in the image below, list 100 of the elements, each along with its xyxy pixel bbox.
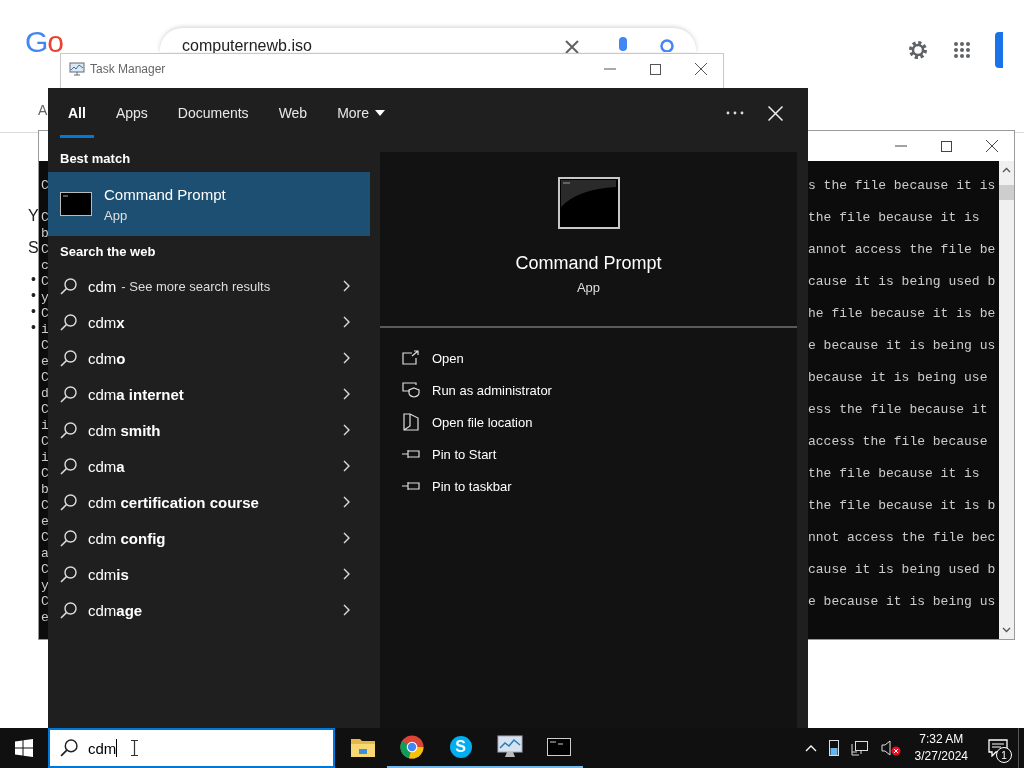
web-suggestion[interactable]: cdm - See more search results <box>48 268 370 304</box>
chevron-icon <box>343 460 350 472</box>
chevron-up-icon[interactable] <box>804 744 817 752</box>
close-icon[interactable] <box>564 39 580 55</box>
chevron-icon <box>343 568 350 580</box>
web-suggestion[interactable]: cdma <box>48 448 370 484</box>
notification-count: 1 <box>996 747 1012 763</box>
console-text: e <box>40 514 50 530</box>
web-suggestion[interactable]: cdm certification course <box>48 484 370 520</box>
console-text: C <box>40 498 50 514</box>
console-text: C <box>40 594 50 610</box>
console-text: because it is being use <box>808 370 989 386</box>
settings-icon[interactable] <box>907 39 929 61</box>
suggestion-text: cdm config <box>88 529 166 547</box>
search-icon <box>60 421 77 439</box>
app-type: App <box>104 207 129 223</box>
scroll-down-icon[interactable] <box>1002 627 1011 633</box>
console-text: the file because it is b <box>808 498 997 514</box>
console-text: C <box>40 530 50 546</box>
console-text: C <box>40 434 50 450</box>
filter-tab[interactable]: All <box>60 88 94 138</box>
suggestion-text: cdmage <box>88 601 143 619</box>
page-text: S <box>28 239 38 257</box>
web-suggestion[interactable]: cdmo <box>48 340 370 376</box>
filter-tab[interactable]: Apps <box>107 88 156 138</box>
web-suggestion[interactable]: cdm smith <box>48 412 370 448</box>
suggestion-text: cdma internet <box>88 385 184 403</box>
filter-tab[interactable]: Documents <box>169 88 257 138</box>
web-suggestion[interactable]: cdm config <box>48 520 370 556</box>
speaker-icon[interactable] <box>880 740 901 756</box>
notifications-icon[interactable] <box>988 739 1008 757</box>
monitor-icon <box>496 735 523 759</box>
console-text: i <box>40 418 50 434</box>
app-type: App <box>576 280 601 295</box>
open-window-icon <box>402 350 420 366</box>
clock[interactable]: 7:32 AM 3/27/2024 <box>914 731 968 765</box>
action-item[interactable]: Pin to taskbar <box>380 470 797 502</box>
action-item[interactable]: Open file location <box>380 406 797 438</box>
console-text: annot access the file be <box>808 242 997 258</box>
microphone-icon[interactable] <box>618 37 628 51</box>
suggestion-text: cdm certification course <box>88 493 259 511</box>
more-options-icon[interactable] <box>726 111 744 115</box>
web-suggestion[interactable]: cdmage <box>48 592 370 628</box>
search-field[interactable]: computernewb.iso <box>160 28 696 52</box>
search-icon <box>60 601 77 619</box>
web-suggestion[interactable]: cdmis <box>48 556 370 592</box>
suggestion-text: cdma <box>88 457 125 475</box>
action-item[interactable]: Open <box>380 342 797 374</box>
action-item[interactable]: Run as administrator <box>380 374 797 406</box>
pin-icon <box>402 480 420 492</box>
best-match-item[interactable]: Command Prompt App <box>48 172 370 236</box>
console-text: C <box>40 370 50 386</box>
console-text: b <box>40 482 50 498</box>
close-icon[interactable] <box>986 140 998 152</box>
bullet: • <box>31 271 37 287</box>
search-icon <box>60 385 77 403</box>
console-text: y <box>40 578 50 594</box>
filter-tab[interactable]: Web <box>270 88 316 138</box>
console-text: C <box>40 338 50 354</box>
search-icon <box>60 529 77 547</box>
search-icon <box>60 313 77 331</box>
maximize-icon[interactable] <box>650 63 661 75</box>
web-suggestion[interactable]: cdma internet <box>48 376 370 412</box>
network-icon[interactable] <box>850 740 869 756</box>
console-text: d <box>40 386 50 402</box>
bullet: • <box>31 319 37 335</box>
caret-icon <box>375 110 386 116</box>
console-text: s the file because it is <box>808 178 997 194</box>
window-title: Task Manager <box>90 62 167 76</box>
search-icon[interactable] <box>660 39 674 52</box>
console-text: C <box>40 306 50 322</box>
console-icon <box>557 177 620 229</box>
action-item[interactable]: Pin to Start <box>380 438 797 470</box>
apps-grid-icon[interactable] <box>953 41 971 59</box>
scrollbar-thumb[interactable] <box>999 185 1014 200</box>
web-suggestion[interactable]: cdmx <box>48 304 370 340</box>
suggestion-text: cdm smith <box>88 421 161 439</box>
scrollbar[interactable] <box>999 161 1014 639</box>
console-text: he file because it is be <box>808 306 997 322</box>
search-icon <box>60 565 77 583</box>
google-logo[interactable]: Go <box>25 31 117 53</box>
search-field[interactable]: cdm <box>48 728 335 768</box>
console-text: e because it is being us <box>808 594 997 610</box>
console-text: e because it is being us <box>808 338 997 354</box>
console-text: C <box>40 402 50 418</box>
filter-tab[interactable]: More <box>329 88 394 138</box>
chevron-icon <box>343 280 350 292</box>
suggestion-hint: - See more search results <box>121 278 271 294</box>
monitor-icon <box>69 62 85 76</box>
maximize-icon[interactable] <box>941 140 952 152</box>
console-text: a <box>40 546 50 562</box>
close-icon[interactable] <box>695 63 707 75</box>
battery-icon[interactable] <box>828 740 839 756</box>
console-text: i <box>40 450 50 466</box>
console-text: y <box>40 290 50 306</box>
scroll-up-icon[interactable] <box>1002 167 1011 173</box>
console-text: the file because it is <box>808 210 981 226</box>
search-icon <box>60 739 78 757</box>
search-tab[interactable]: A <box>38 102 48 118</box>
console-text: cause it is being used b <box>808 274 997 290</box>
